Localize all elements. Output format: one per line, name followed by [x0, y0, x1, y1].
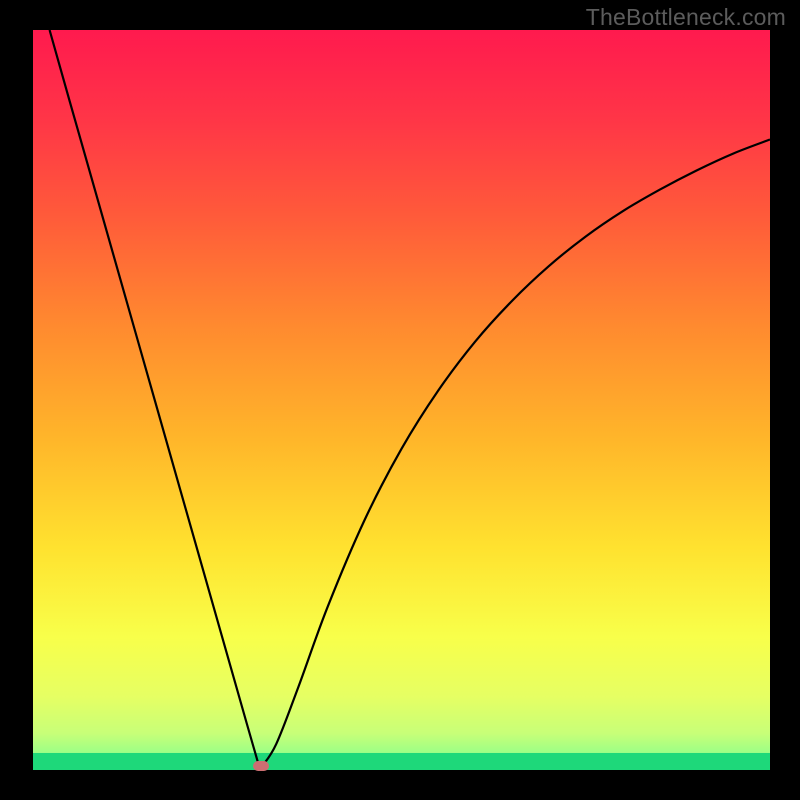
green-band — [33, 753, 770, 770]
watermark-text: TheBottleneck.com — [586, 4, 786, 31]
bottleneck-chart — [0, 0, 800, 800]
plot-background — [33, 30, 770, 770]
optimal-point-marker — [253, 761, 269, 771]
chart-container: TheBottleneck.com — [0, 0, 800, 800]
